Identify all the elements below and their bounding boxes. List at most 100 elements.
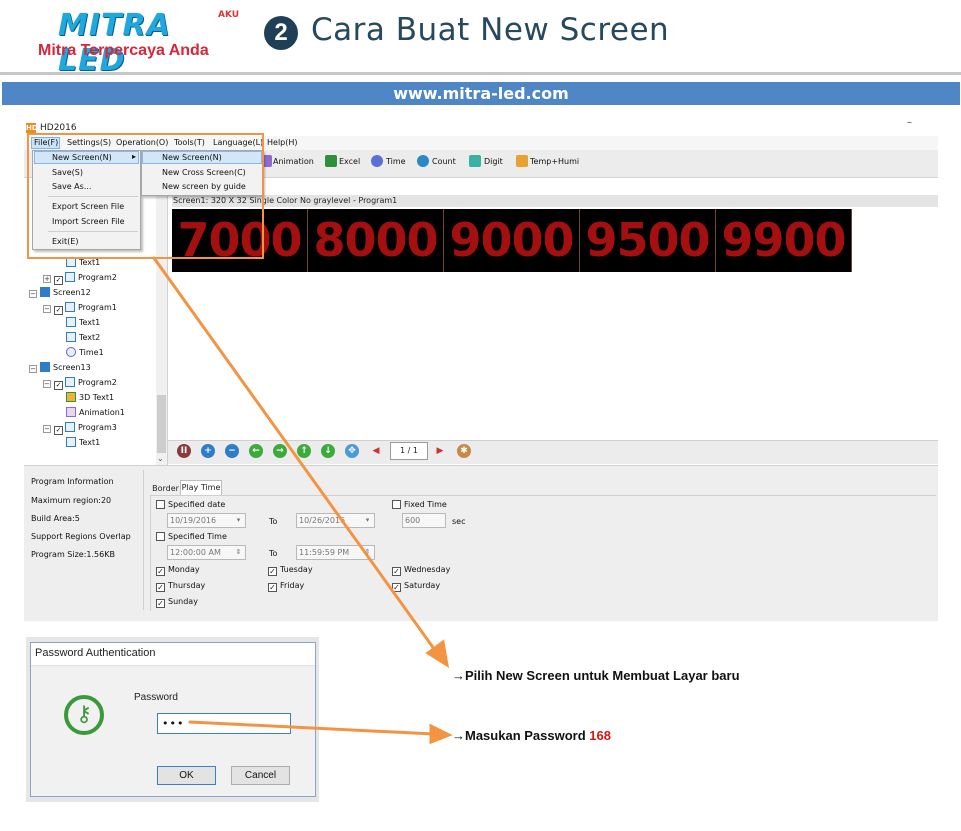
tree-item-screen[interactable]: − Screen12 bbox=[29, 287, 91, 299]
tree-item-text[interactable]: Text1 bbox=[66, 317, 100, 329]
settings-icon[interactable]: ✱ bbox=[457, 444, 471, 458]
expand-icon[interactable]: + bbox=[43, 275, 51, 283]
checkbox[interactable]: ✓ bbox=[54, 381, 63, 390]
toolbar-time[interactable]: Time bbox=[386, 155, 406, 169]
day-tuesday[interactable]: ✓ Tuesday bbox=[268, 565, 313, 576]
tree-item-program[interactable]: − ✓ Program2 bbox=[43, 377, 117, 390]
pause-icon[interactable]: II bbox=[177, 444, 191, 458]
next-page-icon[interactable]: ▶ bbox=[433, 444, 447, 458]
fixed-time-checkbox[interactable]: Fixed Time bbox=[392, 500, 447, 509]
ok-button[interactable]: OK bbox=[157, 766, 216, 785]
tree-item-text[interactable]: Text2 bbox=[66, 332, 100, 344]
day-thursday[interactable]: ✓ Thursday bbox=[156, 581, 205, 592]
tree-item-animation[interactable]: Animation1 bbox=[66, 407, 125, 419]
spinner-icon[interactable]: ⇕ bbox=[233, 547, 244, 558]
instruction-password: →Masukan Password 168 bbox=[452, 728, 611, 743]
tree-item-3d-text[interactable]: 3D Text1 bbox=[66, 392, 114, 404]
day-monday[interactable]: ✓ Monday bbox=[156, 565, 200, 576]
zoom-in-icon[interactable]: + bbox=[201, 444, 215, 458]
toolbar-count[interactable]: Count bbox=[432, 155, 456, 169]
calendar-icon[interactable]: ▾ bbox=[362, 515, 373, 526]
specified-time-checkbox[interactable]: Specified Time bbox=[156, 532, 227, 541]
minimize-button[interactable]: – bbox=[907, 117, 912, 128]
fixed-time-field[interactable]: 600 bbox=[402, 513, 446, 528]
arrow-down-icon[interactable]: ↓ bbox=[321, 444, 335, 458]
tree-item-program[interactable]: − ✓ Program1 bbox=[43, 302, 117, 315]
thermometer-icon[interactable] bbox=[516, 155, 528, 167]
play-time-panel bbox=[150, 495, 936, 611]
zoom-out-icon[interactable]: − bbox=[225, 444, 239, 458]
tree-item-program[interactable]: + ✓ Program2 bbox=[43, 272, 117, 285]
collapse-icon[interactable]: − bbox=[43, 425, 51, 433]
toolbar-temp-humi[interactable]: Temp+Humi bbox=[530, 155, 579, 169]
tree-item-label: 3D Text1 bbox=[79, 393, 115, 402]
menu-help[interactable]: Help(H) bbox=[267, 138, 298, 147]
checkbox[interactable]: ✓ bbox=[156, 567, 165, 576]
tree-item-program[interactable]: − ✓ Program3 bbox=[43, 422, 117, 435]
tree-item-label: Screen12 bbox=[53, 288, 91, 297]
scroll-down-icon[interactable]: ⌄ bbox=[157, 454, 164, 463]
arrow-right-icon[interactable]: → bbox=[273, 444, 287, 458]
count-icon[interactable] bbox=[417, 155, 429, 167]
led-panel: 9000 bbox=[444, 209, 580, 272]
collapse-icon[interactable]: − bbox=[43, 305, 51, 313]
led-display: 7000 8000 9000 9500 9900 bbox=[172, 209, 852, 272]
tree-item-label: Program2 bbox=[78, 378, 117, 387]
tree-item-screen[interactable]: − Screen13 bbox=[29, 362, 91, 374]
toolbar-animation[interactable]: Animation bbox=[273, 155, 314, 169]
checkbox[interactable]: ✓ bbox=[392, 567, 401, 576]
tree-item-time[interactable]: Time1 bbox=[66, 347, 104, 359]
checkbox[interactable]: ✓ bbox=[268, 583, 277, 592]
day-wednesday[interactable]: ✓ Wednesday bbox=[392, 565, 450, 576]
tree-item-text[interactable]: Text1 bbox=[66, 437, 100, 449]
website-url[interactable]: www.mitra-led.com bbox=[2, 82, 960, 105]
checkbox[interactable]: ✓ bbox=[54, 276, 63, 285]
screen-caption: Screen1: 320 X 32 Single Color No grayle… bbox=[172, 195, 938, 207]
page-indicator: 1 / 1 bbox=[390, 442, 428, 460]
excel-icon[interactable] bbox=[325, 155, 337, 167]
tab-play-time[interactable]: Play Time bbox=[180, 480, 222, 495]
collapse-icon[interactable]: − bbox=[29, 365, 37, 373]
time-from-field[interactable]: 12:00:00 AM ⇕ bbox=[167, 545, 246, 560]
checkbox[interactable] bbox=[392, 500, 401, 509]
move-icon[interactable]: ✥ bbox=[345, 444, 359, 458]
led-panel: 8000 bbox=[308, 209, 444, 272]
checkbox[interactable]: ✓ bbox=[156, 583, 165, 592]
day-sunday[interactable]: ✓ Sunday bbox=[156, 597, 198, 608]
toolbar-digit[interactable]: Digit bbox=[484, 155, 503, 169]
spinner-icon[interactable]: ⇕ bbox=[362, 547, 373, 558]
collapse-icon[interactable]: − bbox=[29, 290, 37, 298]
toolbar-excel[interactable]: Excel bbox=[339, 155, 360, 169]
specified-date-checkbox[interactable]: Specified date bbox=[156, 500, 225, 509]
clock-icon[interactable] bbox=[371, 155, 383, 167]
arrow-up-icon[interactable]: ↑ bbox=[297, 444, 311, 458]
calendar-icon[interactable]: ▾ bbox=[233, 515, 244, 526]
checkbox[interactable]: ✓ bbox=[268, 567, 277, 576]
date-to-field[interactable]: 10/26/2016 ▾ bbox=[296, 513, 375, 528]
tab-border[interactable]: Border bbox=[150, 482, 181, 495]
checkbox[interactable]: ✓ bbox=[54, 306, 63, 315]
password-input[interactable]: ••• bbox=[157, 713, 291, 734]
day-friday[interactable]: ✓ Friday bbox=[268, 581, 304, 592]
day-saturday[interactable]: ✓ Saturday bbox=[392, 581, 440, 592]
arrow-left-icon[interactable]: ← bbox=[249, 444, 263, 458]
previous-page-icon[interactable]: ◀ bbox=[369, 444, 383, 458]
instruction-new-screen: →Pilih New Screen untuk Membuat Layar ba… bbox=[452, 668, 740, 683]
checkbox[interactable]: ✓ bbox=[392, 583, 401, 592]
checkbox[interactable] bbox=[156, 532, 165, 541]
cancel-button[interactable]: Cancel bbox=[231, 766, 290, 785]
date-from-field[interactable]: 10/19/2016 ▾ bbox=[167, 513, 246, 528]
header-divider bbox=[0, 72, 961, 75]
dialog-title: Password Authentication bbox=[35, 647, 156, 659]
animation-icon bbox=[66, 407, 76, 417]
digit-icon[interactable] bbox=[469, 155, 481, 167]
time-to-field[interactable]: 11:59:59 PM ⇕ bbox=[296, 545, 375, 560]
program-icon bbox=[65, 272, 75, 282]
password-label: Password bbox=[134, 692, 178, 703]
checkbox[interactable]: ✓ bbox=[54, 426, 63, 435]
collapse-icon[interactable]: − bbox=[43, 380, 51, 388]
checkbox[interactable] bbox=[156, 500, 165, 509]
checkbox[interactable]: ✓ bbox=[156, 599, 165, 608]
program-icon bbox=[65, 377, 75, 387]
tree-scrollbar-thumb[interactable] bbox=[157, 395, 166, 453]
